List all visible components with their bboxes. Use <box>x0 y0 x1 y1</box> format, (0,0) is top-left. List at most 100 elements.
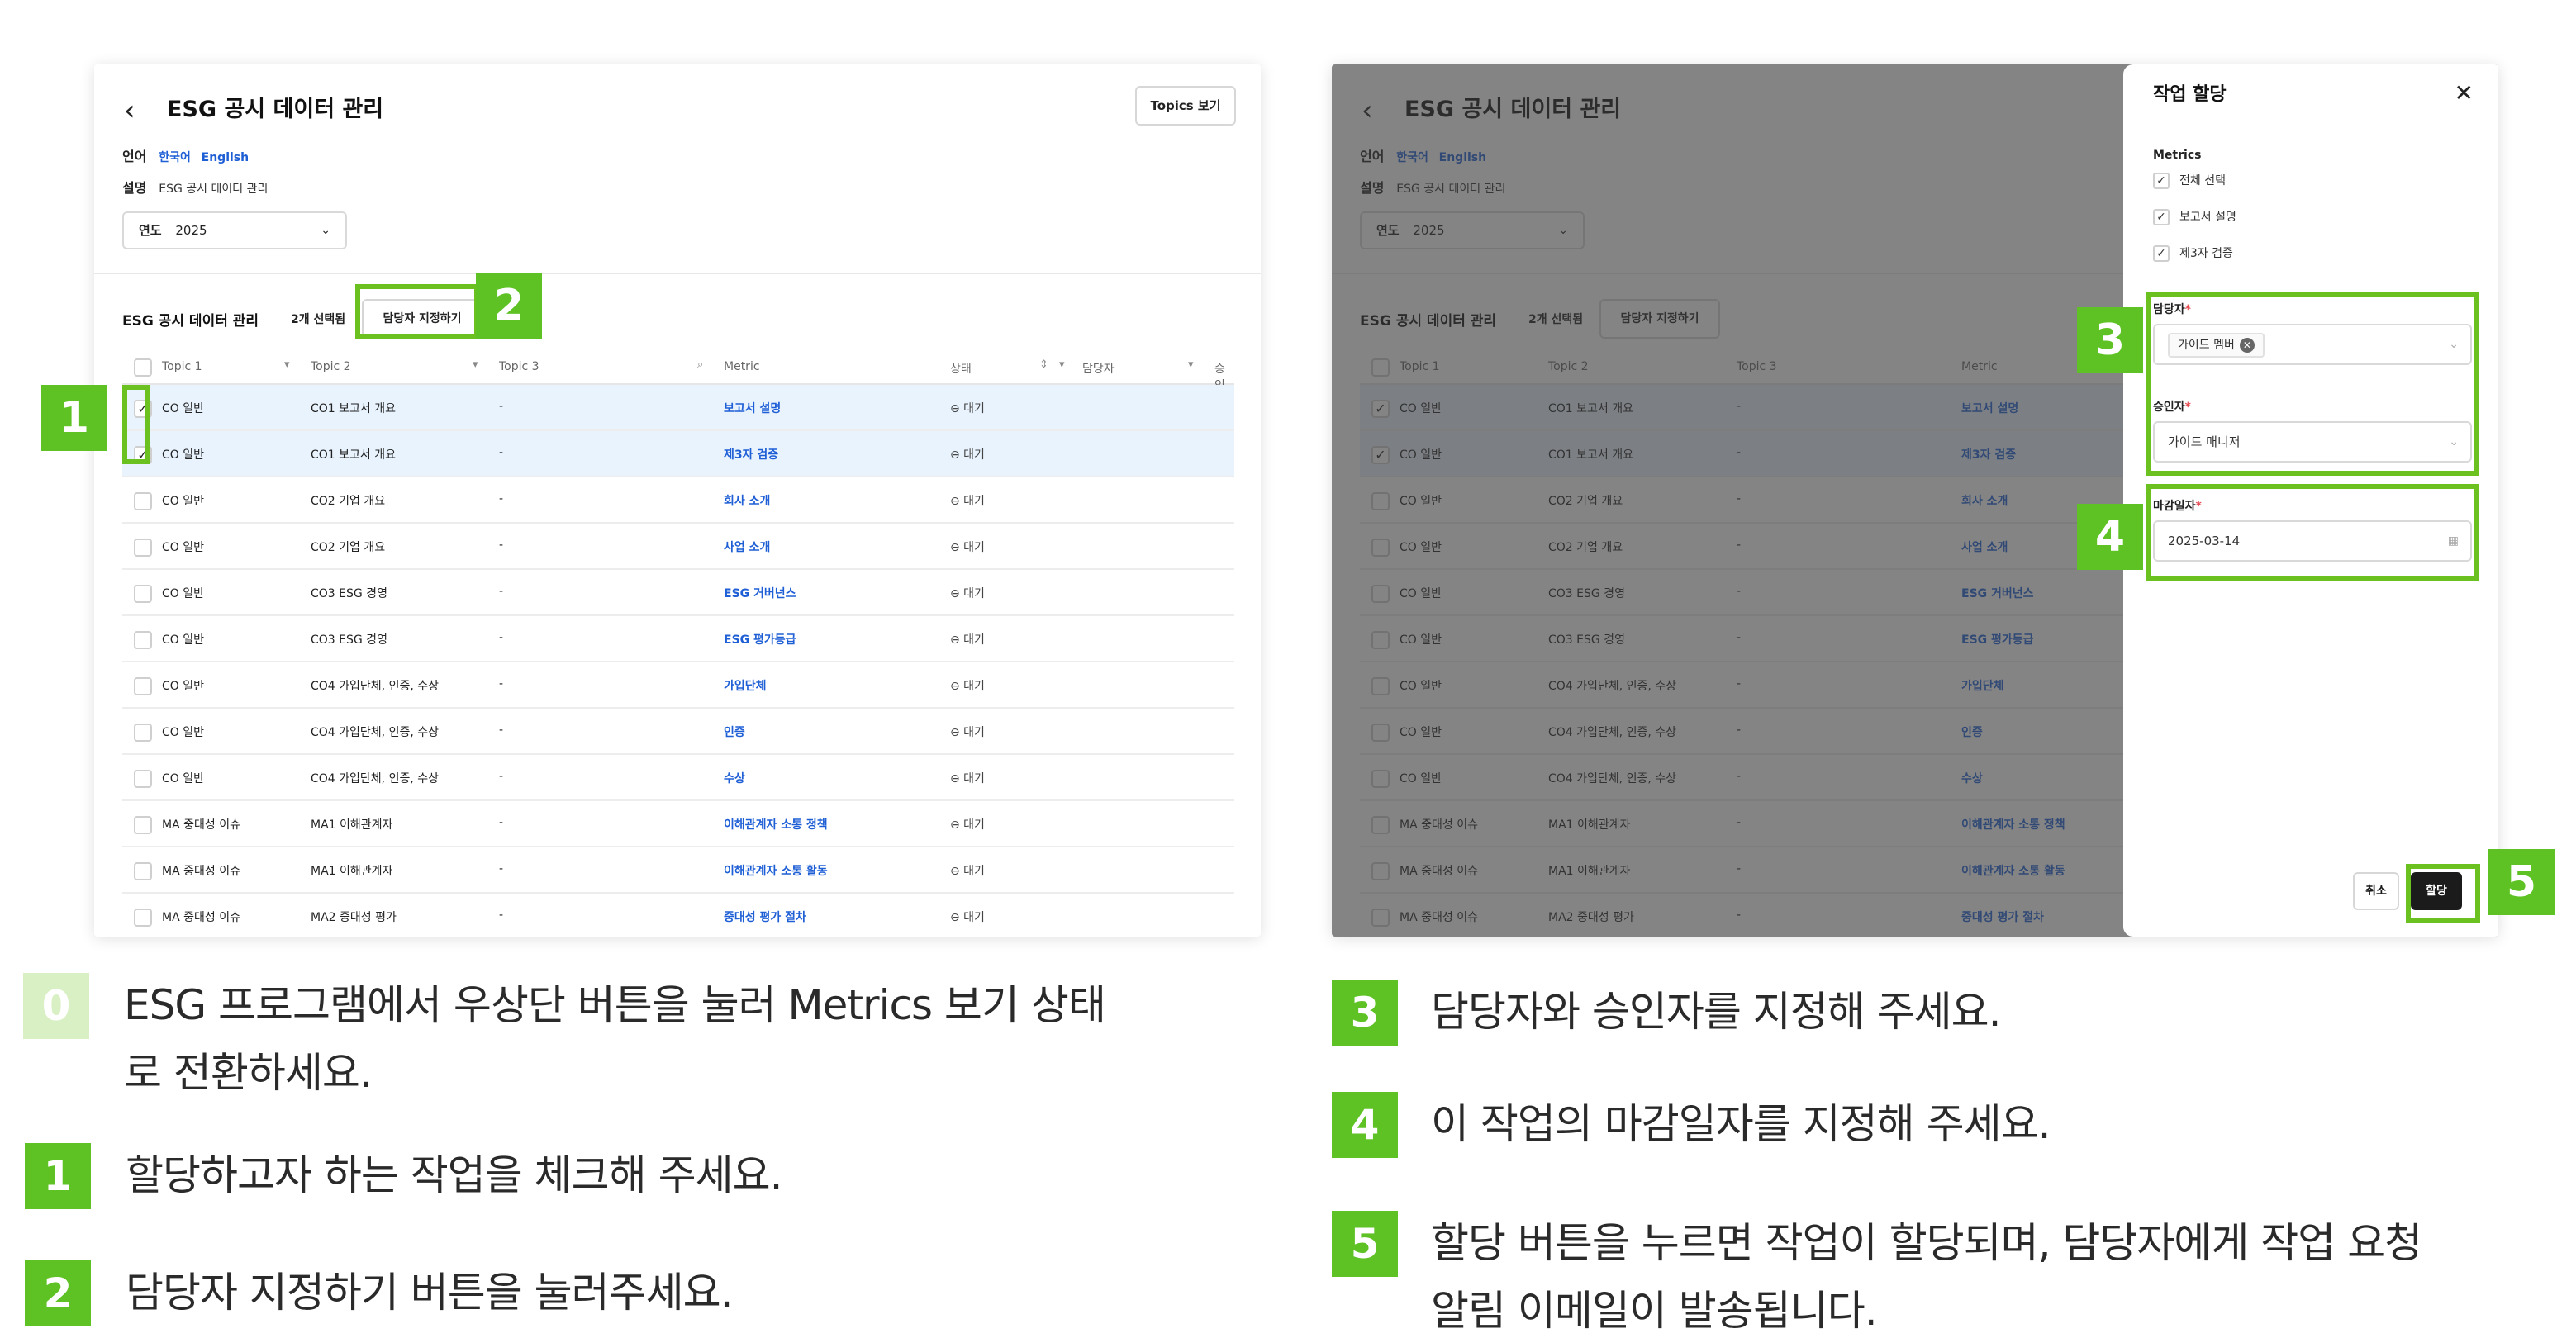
cell-metric-link[interactable]: 인증 <box>724 724 745 740</box>
cell-topic1: CO 일반 <box>162 495 205 508</box>
cell-status: ⊖ 대기 <box>950 495 985 508</box>
row-checkbox[interactable] <box>134 492 152 510</box>
description-row: 설명 ESG 공시 데이터 관리 <box>122 178 268 199</box>
step-text-3: 담당자와 승인자를 지정해 주세요. <box>1431 988 2002 1036</box>
table-row[interactable]: CO 일반 CO2 기업 개요 - 사업 소개 ⊖ 대기 <box>122 524 1234 570</box>
row-checkbox[interactable] <box>134 816 152 834</box>
cell-topic2: CO2 기업 개요 <box>311 541 386 554</box>
cell-metric-link[interactable]: 보고서 설명 <box>724 400 781 416</box>
step-text-2: 담당자 지정하기 버튼을 눌러주세요. <box>126 1269 734 1317</box>
year-key: 연도 <box>139 223 162 238</box>
checkbox-checked-icon[interactable]: ✓ <box>2153 173 2170 189</box>
year-value: 2025 <box>175 223 207 238</box>
cell-topic2: MA1 이해관계자 <box>311 818 393 832</box>
row-checkbox[interactable] <box>134 539 152 557</box>
highlight-due-date <box>2146 484 2479 581</box>
cell-metric-link[interactable]: 이해관계자 소통 정책 <box>724 816 828 833</box>
cell-metric-link[interactable]: 수상 <box>724 770 745 786</box>
table-row[interactable]: CO 일반 CO4 가입단체, 인증, 수상 - 수상 ⊖ 대기 <box>122 755 1234 801</box>
check-third-party[interactable]: ✓ 제3자 검증 <box>2153 244 2233 262</box>
cell-metric-link[interactable]: 가입단체 <box>724 677 767 694</box>
cell-metric-link[interactable]: 사업 소개 <box>724 539 770 555</box>
cell-metric-link[interactable]: 중대성 평가 절차 <box>724 909 806 925</box>
step-number-0: 0 <box>23 973 89 1039</box>
table-row[interactable]: CO 일반 CO2 기업 개요 - 회사 소개 ⊖ 대기 <box>122 477 1234 524</box>
back-arrow-icon[interactable]: ‹ <box>124 94 157 127</box>
col-topic3[interactable]: Topic 3 <box>499 360 539 373</box>
filter-icon[interactable]: ▾ <box>1188 358 1194 371</box>
step-number-4: 4 <box>1332 1092 1398 1158</box>
callout-badge-5: 5 <box>2488 849 2555 915</box>
cell-status: ⊖ 대기 <box>950 772 985 785</box>
language-en-link[interactable]: English <box>202 151 249 164</box>
search-icon[interactable]: ⌕ <box>697 358 703 371</box>
col-status[interactable]: 상태 <box>950 360 972 377</box>
row-checkbox[interactable] <box>134 677 152 695</box>
row-checkbox[interactable] <box>134 909 152 927</box>
highlight-assignee-approver <box>2146 292 2479 476</box>
check-label: 전체 선택 <box>2179 174 2226 187</box>
topics-view-button[interactable]: Topics 보기 <box>1135 86 1236 126</box>
step-text-5-line2: 알림 이메일이 발송됩니다. <box>1431 1287 1878 1335</box>
cell-topic2: CO4 가입단체, 인증, 수상 <box>311 680 439 693</box>
highlight-checkboxes <box>122 385 150 464</box>
row-checkbox[interactable] <box>134 585 152 603</box>
table-row[interactable]: MA 중대성 이슈 MA1 이해관계자 - 이해관계자 소통 활동 ⊖ 대기 <box>122 847 1234 894</box>
col-metric[interactable]: Metric <box>724 360 760 373</box>
close-icon[interactable]: ✕ <box>2455 79 2474 107</box>
checkbox-checked-icon[interactable]: ✓ <box>2153 209 2170 225</box>
step-number-1: 1 <box>25 1143 91 1209</box>
language-key: 언어 <box>122 149 147 164</box>
description-key: 설명 <box>122 180 147 196</box>
cell-topic2: MA1 이해관계자 <box>311 865 393 878</box>
cell-metric-link[interactable]: 제3자 검증 <box>724 446 778 463</box>
description-value: ESG 공시 데이터 관리 <box>159 183 269 196</box>
table-body: ✓ CO 일반 CO1 보고서 개요 - 보고서 설명 ⊖ 대기 ✓ CO 일반 CO1 보고서… <box>122 385 1234 937</box>
cell-metric-link[interactable]: ESG 거버넌스 <box>724 585 796 601</box>
table-row[interactable]: ✓ CO 일반 CO1 보고서 개요 - 제3자 검증 ⊖ 대기 <box>122 431 1234 477</box>
cell-topic1: CO 일반 <box>162 587 205 600</box>
year-select[interactable]: 연도 2025 ⌄ <box>122 211 347 249</box>
col-topic1[interactable]: Topic 1 <box>162 360 202 373</box>
cell-status: ⊖ 대기 <box>950 726 985 739</box>
row-checkbox[interactable] <box>134 862 152 880</box>
step-text-0-line2: 로 전환하세요. <box>124 1049 373 1097</box>
filter-icon[interactable]: ▾ <box>284 358 290 371</box>
step-number-2: 2 <box>25 1260 91 1326</box>
row-checkbox[interactable] <box>134 770 152 788</box>
table-row[interactable]: CO 일반 CO3 ESG 경영 - ESG 거버넌스 ⊖ 대기 <box>122 570 1234 616</box>
table-row[interactable]: CO 일반 CO4 가입단체, 인증, 수상 - 가입단체 ⊖ 대기 <box>122 662 1234 709</box>
page-title: ESG 공시 데이터 관리 <box>167 97 384 122</box>
language-ko-link[interactable]: 한국어 <box>159 151 191 164</box>
table-row[interactable]: MA 중대성 이슈 MA1 이해관계자 - 이해관계자 소통 정책 ⊖ 대기 <box>122 801 1234 847</box>
cell-metric-link[interactable]: ESG 평가등급 <box>724 631 796 648</box>
table-row[interactable]: ✓ CO 일반 CO1 보고서 개요 - 보고서 설명 ⊖ 대기 <box>122 385 1234 431</box>
cell-topic3: - <box>499 724 504 737</box>
cancel-button[interactable]: 취소 <box>2353 872 2399 910</box>
row-checkbox[interactable] <box>134 724 152 742</box>
callout-badge-3: 3 <box>2077 307 2143 373</box>
cell-topic3: - <box>499 677 504 690</box>
check-select-all[interactable]: ✓ 전체 선택 <box>2153 172 2226 189</box>
check-report-desc[interactable]: ✓ 보고서 설명 <box>2153 208 2236 225</box>
cell-metric-link[interactable]: 회사 소개 <box>724 492 770 509</box>
filter-icon[interactable]: ▾ <box>1059 358 1065 371</box>
cell-topic1: MA 중대성 이슈 <box>162 818 240 832</box>
highlight-confirm-button <box>2406 864 2480 923</box>
filter-icon[interactable]: ▾ <box>473 358 478 371</box>
col-assignee[interactable]: 담당자 <box>1082 360 1115 377</box>
cell-metric-link[interactable]: 이해관계자 소통 활동 <box>724 862 828 879</box>
table-row[interactable]: CO 일반 CO4 가입단체, 인증, 수상 - 인증 ⊖ 대기 <box>122 709 1234 755</box>
cell-topic1: CO 일반 <box>162 680 205 693</box>
step-number-3: 3 <box>1332 980 1398 1046</box>
cell-topic3: - <box>499 862 504 875</box>
table-row[interactable]: MA 중대성 이슈 MA2 중대성 평가 - 중대성 평가 절차 ⊖ 대기 <box>122 894 1234 937</box>
select-all-checkbox[interactable] <box>134 358 152 377</box>
col-topic2[interactable]: Topic 2 <box>311 360 351 373</box>
row-checkbox[interactable] <box>134 631 152 649</box>
table-row[interactable]: CO 일반 CO3 ESG 경영 - ESG 평가등급 ⊖ 대기 <box>122 616 1234 662</box>
cell-topic3: - <box>499 816 504 829</box>
sort-icon[interactable]: ⇕ <box>1039 358 1048 371</box>
checkbox-checked-icon[interactable]: ✓ <box>2153 245 2170 262</box>
cell-status: ⊖ 대기 <box>950 865 985 878</box>
